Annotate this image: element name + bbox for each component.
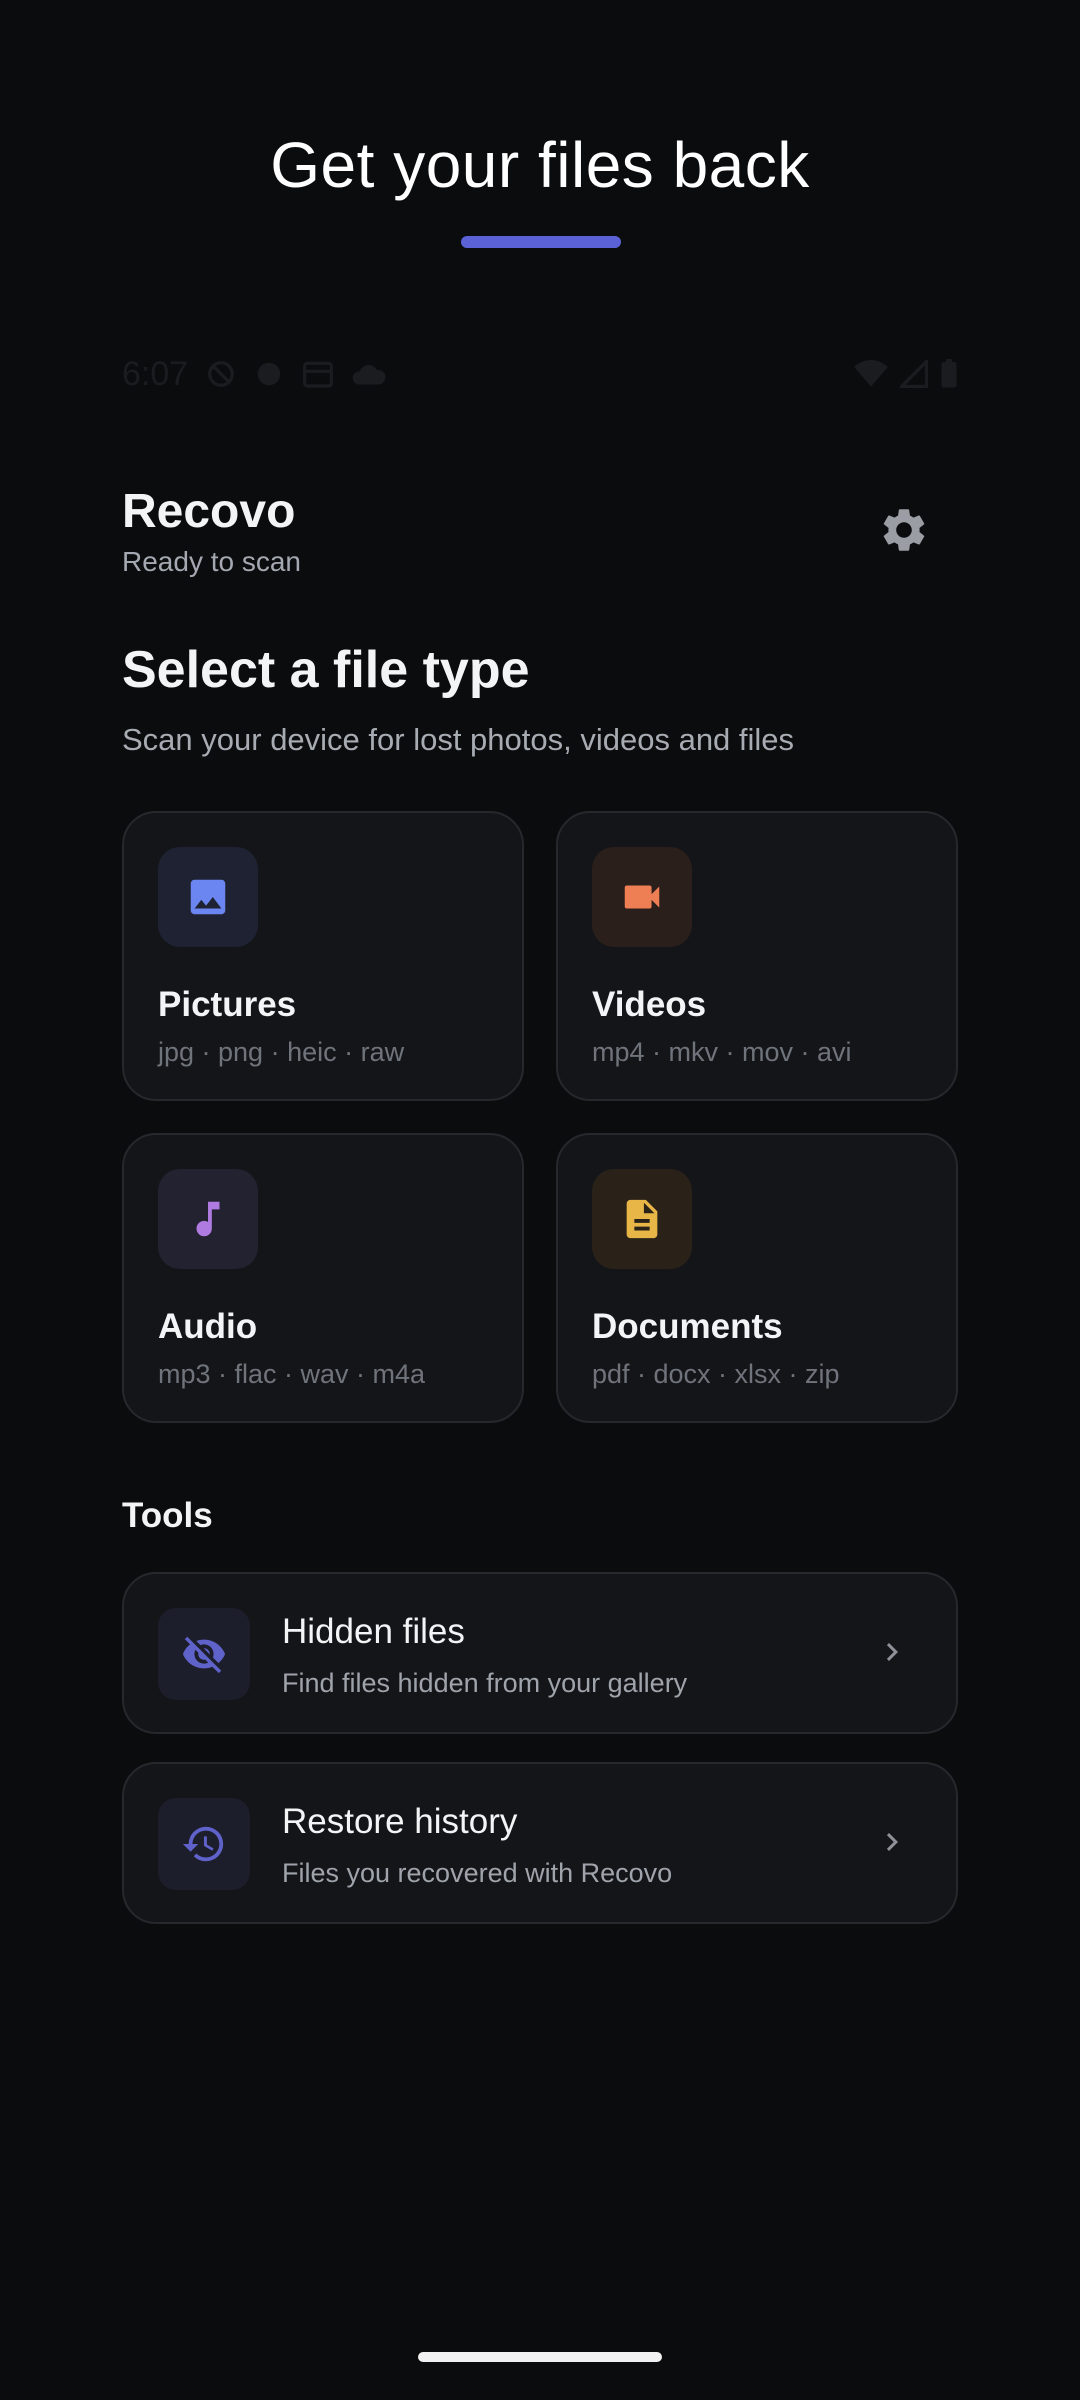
tool-hidden-files[interactable]: Hidden files Find files hidden from your… [122, 1572, 958, 1734]
file-type-card-audio[interactable]: Audio mp3 · flac · wav · m4a [122, 1133, 524, 1423]
file-type-card-documents[interactable]: Documents pdf · docx · xlsx · zip [556, 1133, 958, 1423]
section-title: Select a file type [122, 641, 530, 699]
documents-icon-tile [592, 1169, 692, 1269]
videocam-icon [624, 885, 660, 909]
restore-history-icon-tile [158, 1798, 250, 1890]
gear-icon [883, 509, 925, 551]
card-formats: mp3 · flac · wav · m4a [158, 1359, 426, 1389]
cloud-icon [352, 361, 386, 387]
app-header: Recovo Ready to scan [122, 484, 301, 578]
scan-status: Ready to scan [122, 546, 301, 577]
pictures-icon-tile [158, 847, 258, 947]
home-indicator[interactable] [418, 2352, 662, 2362]
videos-icon-tile [592, 847, 692, 947]
settings-button[interactable] [872, 498, 936, 562]
status-time: 6:07 [122, 354, 189, 393]
chevron-right-icon [874, 1824, 910, 1860]
promo-title: Get your files back [270, 129, 810, 201]
card-title: Videos [592, 985, 707, 1024]
chevron-right-icon [874, 1634, 910, 1670]
eye-off-icon [182, 1636, 226, 1674]
tool-description: Find files hidden from your gallery [282, 1668, 688, 1698]
wifi-icon [854, 360, 888, 388]
tool-restore-history[interactable]: Restore history Files you recovered with… [122, 1762, 958, 1924]
card-formats: jpg · png · heic · raw [158, 1037, 405, 1067]
image-icon [190, 879, 226, 915]
card-title: Documents [592, 1307, 783, 1346]
tool-title: Restore history [282, 1802, 518, 1841]
face-icon [254, 359, 284, 389]
promo-underline [461, 236, 621, 248]
file-type-card-videos[interactable]: Videos mp4 · mkv · mov · avi [556, 811, 958, 1101]
tool-title: Hidden files [282, 1612, 465, 1651]
audio-icon-tile [158, 1169, 258, 1269]
card-formats: pdf · docx · xlsx · zip [592, 1359, 840, 1389]
document-icon [626, 1199, 658, 1239]
music-note-icon [196, 1201, 220, 1237]
hidden-files-icon-tile [158, 1608, 250, 1700]
file-type-card-pictures[interactable]: Pictures jpg · png · heic · raw [122, 811, 524, 1101]
history-icon [182, 1826, 224, 1862]
card-formats: mp4 · mkv · mov · avi [592, 1037, 852, 1067]
card-title: Pictures [158, 985, 297, 1024]
card-title: Audio [158, 1307, 258, 1346]
dnd-icon [206, 359, 236, 389]
calendar-icon [302, 359, 334, 389]
battery-icon [940, 359, 958, 389]
app-title: Recovo [122, 485, 296, 538]
signal-icon [900, 360, 928, 388]
status-bar: 6:07 [122, 352, 958, 396]
section-subtitle: Scan your device for lost photos, videos… [122, 722, 795, 757]
tools-title: Tools [122, 1496, 213, 1535]
tool-description: Files you recovered with Recovo [282, 1858, 673, 1888]
